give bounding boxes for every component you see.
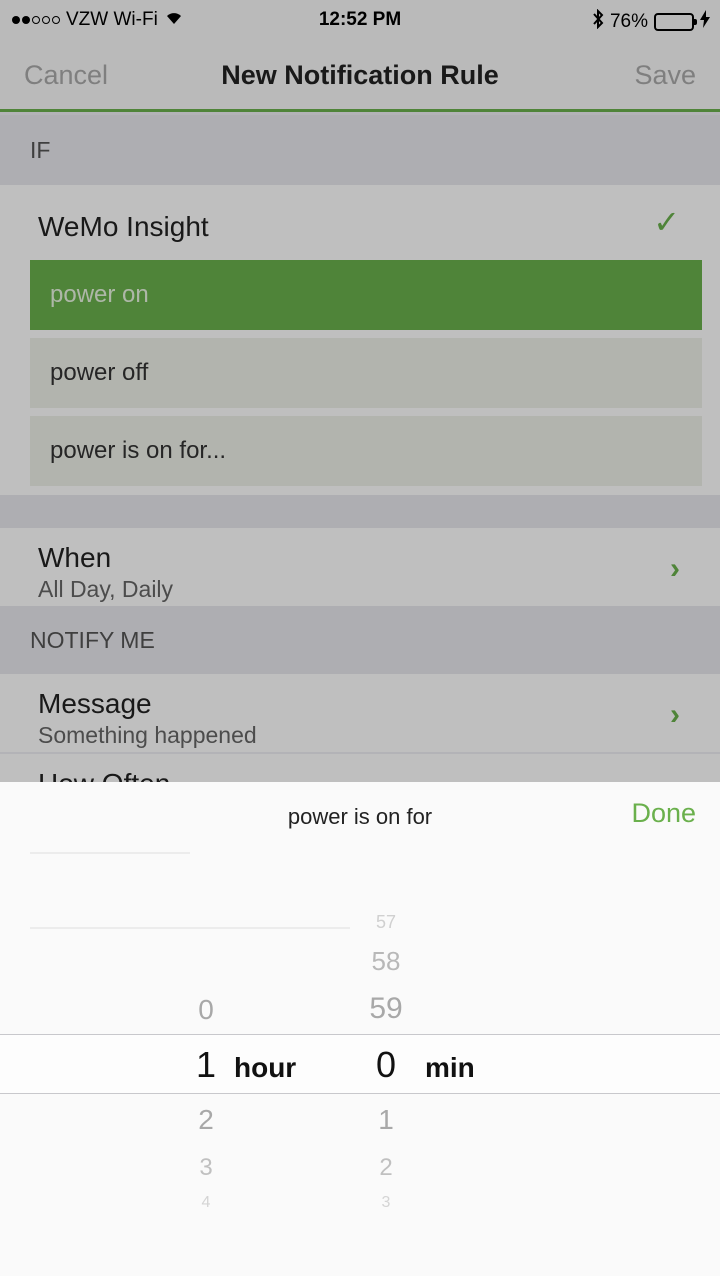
faded-background-text — [30, 927, 350, 941]
done-button[interactable]: Done — [631, 798, 696, 829]
minute-option[interactable]: 1 — [356, 1104, 416, 1136]
minute-selected[interactable]: 0 — [356, 1044, 416, 1086]
picker-toolbar: power is on for Done — [0, 782, 720, 848]
hour-selected[interactable]: 1 — [186, 1044, 226, 1086]
hour-unit-label: hour — [234, 1052, 297, 1083]
hour-option[interactable]: 4 — [186, 1194, 226, 1212]
minute-unit-label: min — [425, 1052, 475, 1083]
hour-option[interactable]: 2 — [186, 1104, 226, 1136]
picker-title: power is on for — [287, 804, 433, 829]
minute-option[interactable]: 58 — [356, 946, 416, 977]
faded-background-text — [30, 852, 190, 866]
minute-option[interactable]: 57 — [356, 912, 416, 933]
minute-option[interactable]: 2 — [356, 1154, 416, 1182]
dim-overlay — [0, 0, 720, 782]
hour-option[interactable]: 0 — [186, 994, 226, 1026]
duration-picker-sheet: power is on for Done 0 1 hour 2 3 4 57 5… — [0, 782, 720, 1276]
minute-option[interactable]: 59 — [356, 992, 416, 1026]
minute-option[interactable]: 3 — [356, 1194, 416, 1212]
hour-option[interactable]: 3 — [186, 1154, 226, 1182]
